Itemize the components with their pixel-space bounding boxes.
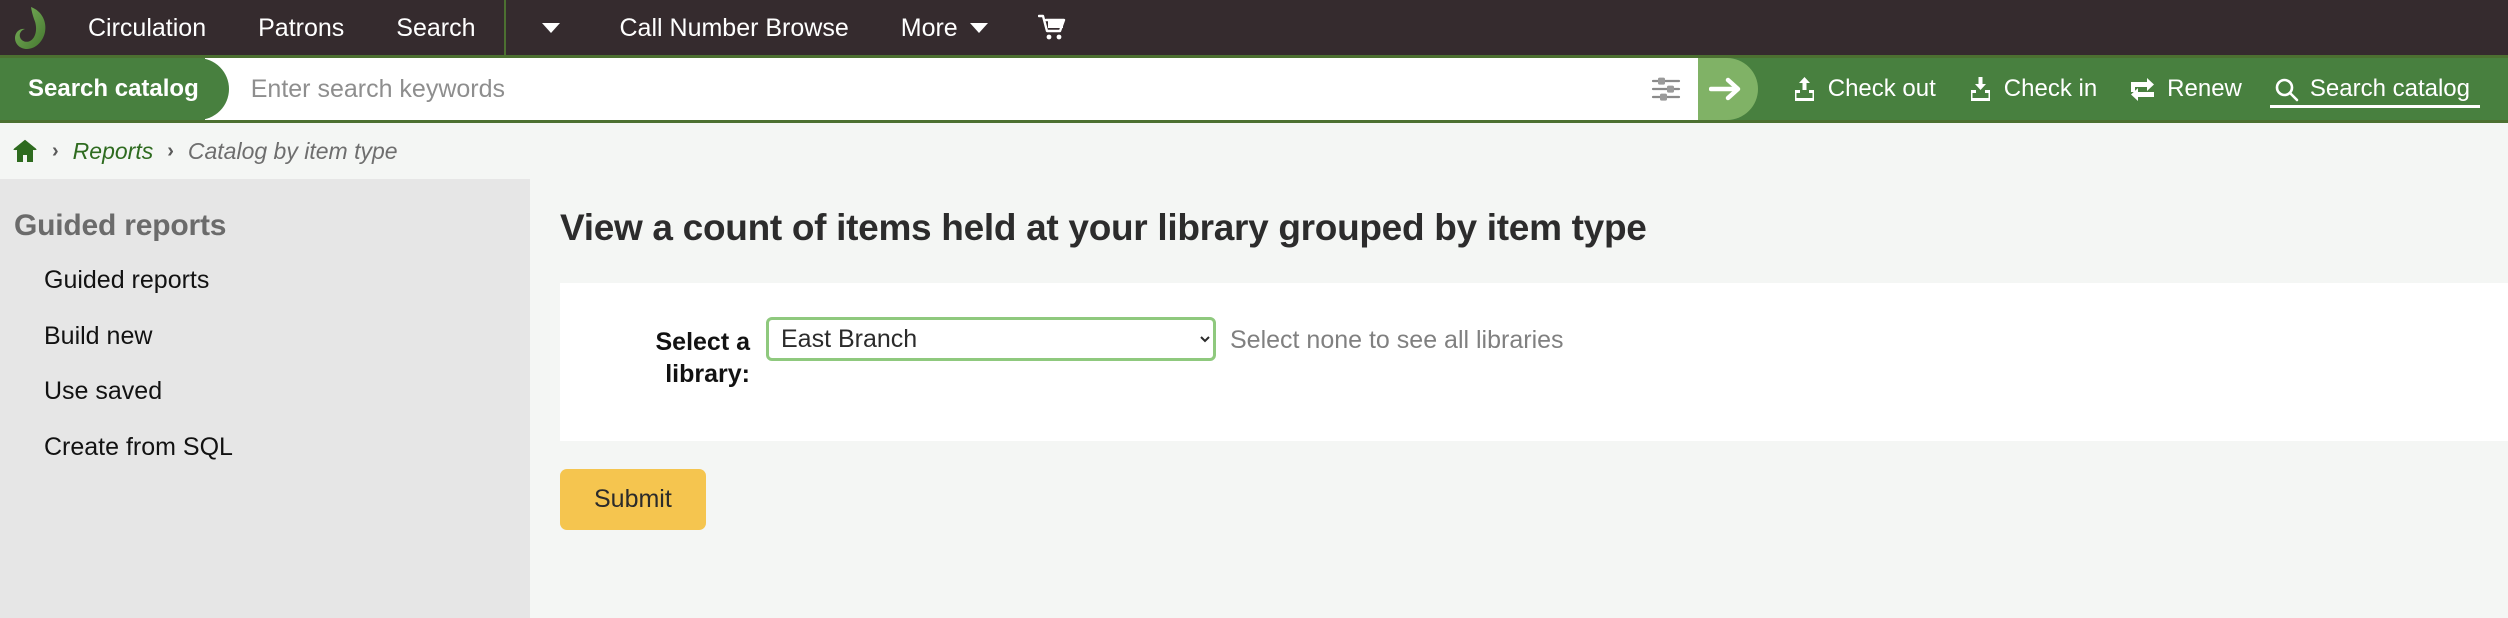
library-select[interactable]: East Branch bbox=[766, 317, 1216, 361]
search-input[interactable] bbox=[250, 58, 1634, 120]
quick-action-check-out[interactable]: Check out bbox=[1776, 58, 1952, 120]
quick-action-label: Check out bbox=[1827, 75, 1936, 102]
breadcrumb-current-page: Catalog by item type bbox=[187, 137, 398, 164]
quick-action-check-in[interactable]: Check in bbox=[1952, 58, 2113, 120]
sidebar-item-label: Build new bbox=[44, 321, 153, 350]
submit-button[interactable]: Submit bbox=[560, 469, 706, 530]
sidebar-item-guided-reports[interactable]: Guided reports bbox=[0, 253, 530, 309]
nav-item-label: Patrons bbox=[258, 13, 345, 42]
breadcrumb: › Reports › Catalog by item type bbox=[0, 123, 2508, 179]
sidebar-item-build-new[interactable]: Build new bbox=[0, 309, 530, 365]
breadcrumb-separator: › bbox=[167, 139, 174, 162]
nav-item-label: More bbox=[900, 13, 958, 42]
cart-icon[interactable] bbox=[1014, 0, 1092, 57]
sidebar-item-create-from-sql[interactable]: Create from SQL bbox=[0, 420, 530, 476]
nav-divider bbox=[503, 0, 506, 57]
nav-item-label: Search bbox=[396, 13, 476, 42]
nav-item-label: Circulation bbox=[88, 13, 207, 42]
select-library-hint: Select none to see all libraries bbox=[1230, 326, 1564, 354]
quick-action-label: Renew bbox=[2167, 75, 2242, 102]
chevron-down-icon bbox=[541, 22, 560, 33]
report-form-panel: Select a library: East Branch Select non… bbox=[560, 283, 2508, 441]
nav-item-more[interactable]: More bbox=[875, 0, 1014, 57]
page-title: View a count of items held at your libra… bbox=[560, 207, 1647, 248]
nav-item-label: Call Number Browse bbox=[619, 13, 849, 42]
select-library-label: Select a library: bbox=[655, 328, 750, 388]
sidebar-heading: Guided reports bbox=[14, 209, 227, 242]
select-library-row: Select a library: East Branch Select non… bbox=[560, 317, 2508, 390]
breadcrumb-separator: › bbox=[52, 139, 59, 162]
quick-actions-toolbar: Check out Check in Renew Search catalog bbox=[1758, 58, 2508, 120]
search-bar-row: Search catalog Check out bbox=[0, 58, 2508, 123]
quick-action-label: Search catalog bbox=[2309, 75, 2470, 102]
sidebar-item-label: Create from SQL bbox=[44, 432, 233, 461]
top-navigation-bar: Circulation Patrons Search Call Number B… bbox=[0, 0, 2508, 58]
nav-item-call-number-browse[interactable]: Call Number Browse bbox=[594, 0, 875, 57]
nav-item-circulation[interactable]: Circulation bbox=[62, 0, 232, 57]
breadcrumb-item-reports[interactable]: Reports bbox=[73, 138, 154, 165]
search-field-container bbox=[204, 58, 1698, 120]
chevron-down-icon bbox=[969, 22, 988, 33]
sidebar-item-use-saved[interactable]: Use saved bbox=[0, 364, 530, 420]
sidebar-item-label: Guided reports bbox=[44, 266, 210, 294]
quick-action-search-catalog[interactable]: Search catalog bbox=[2258, 58, 2486, 120]
home-icon[interactable] bbox=[12, 139, 38, 163]
quick-action-label: Check in bbox=[2003, 75, 2098, 102]
search-catalog-tab[interactable]: Search catalog bbox=[0, 58, 229, 120]
sidebar-item-label: Use saved bbox=[44, 377, 163, 405]
nav-item-patrons[interactable]: Patrons bbox=[232, 0, 370, 57]
sidebar: Guided reports Guided reports Build new … bbox=[0, 179, 530, 618]
koha-leaf-logo[interactable] bbox=[0, 0, 62, 57]
quick-action-renew[interactable]: Renew bbox=[2113, 58, 2258, 120]
search-filters-icon[interactable] bbox=[1633, 76, 1698, 102]
search-catalog-tab-label: Search catalog bbox=[28, 75, 199, 102]
nav-more-dropdown-toggle[interactable] bbox=[508, 0, 594, 57]
nav-item-search[interactable]: Search bbox=[370, 0, 501, 57]
page-body: Guided reports Guided reports Build new … bbox=[0, 179, 2508, 618]
main-content: View a count of items held at your libra… bbox=[530, 179, 2508, 618]
